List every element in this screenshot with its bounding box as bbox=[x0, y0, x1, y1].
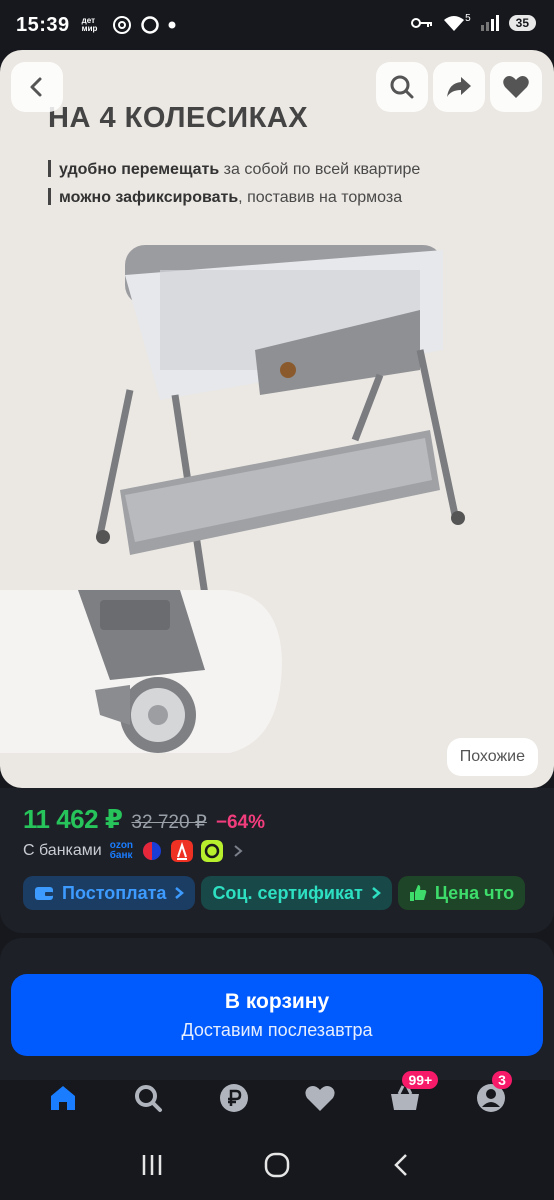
status-notification-icons: дет мир bbox=[82, 15, 176, 35]
wifi-icon bbox=[444, 16, 465, 31]
key-icon bbox=[411, 18, 433, 28]
ozon-bank-logo-bottom: банк bbox=[109, 850, 133, 861]
bank-logo-icon bbox=[143, 842, 162, 860]
back-arrow-icon bbox=[30, 77, 42, 97]
favorite-button[interactable] bbox=[490, 62, 542, 112]
alfa-bank-icon bbox=[171, 840, 194, 862]
tab-cart[interactable]: 99+ bbox=[380, 1071, 439, 1123]
discount-badge: −64% bbox=[215, 812, 266, 833]
bottom-tab-bar: 99+ 3 bbox=[0, 1068, 554, 1128]
product-image-gallery[interactable]: НА 4 КОЛЕСИКАХ удобно перемещать за собо… bbox=[0, 50, 554, 788]
detmir-notification-icon: дет мир bbox=[81, 16, 98, 33]
feature-2-text: , поставив на тормоза bbox=[238, 189, 403, 206]
price-row: 11 462 ₽ 32 720 ₽ −64% bbox=[23, 804, 265, 835]
battery-indicator: 35 bbox=[508, 15, 536, 31]
share-icon bbox=[447, 77, 471, 97]
bank-offers-row[interactable]: С банками ozon банк bbox=[23, 840, 245, 862]
feature-1-bold: удобно перемещать bbox=[59, 161, 220, 178]
tab-favorites[interactable] bbox=[295, 1073, 345, 1123]
current-price: 11 462 ₽ bbox=[23, 804, 123, 834]
ozon-bank-logo: ozon банк bbox=[110, 841, 133, 861]
tab-search[interactable] bbox=[123, 1073, 173, 1123]
chip-price-promise[interactable]: Цена что bbox=[397, 876, 526, 910]
dot-icon bbox=[168, 21, 176, 29]
wallet-icon bbox=[35, 887, 53, 900]
home-icon bbox=[50, 1086, 75, 1110]
share-button[interactable] bbox=[433, 62, 485, 112]
add-to-cart-button[interactable]: В корзину Доставим послезавтра bbox=[11, 974, 543, 1056]
ruble-coin-icon bbox=[220, 1084, 249, 1112]
chip-price-promise-label: Цена что bbox=[434, 882, 515, 903]
heart-icon bbox=[305, 1086, 335, 1111]
feature-bar bbox=[48, 188, 51, 205]
chat-bubble-icon bbox=[140, 16, 159, 34]
feature-bar bbox=[48, 160, 51, 177]
search-icon bbox=[390, 75, 414, 99]
cart-count-badge: 99+ bbox=[402, 1071, 439, 1089]
similar-products-button[interactable]: Похожие bbox=[446, 738, 538, 776]
signal-icon bbox=[480, 15, 499, 31]
chip-postpay[interactable]: Постоплата bbox=[23, 876, 196, 910]
status-system-icons: 5 35 bbox=[411, 12, 536, 32]
old-price: 32 720 ₽ bbox=[131, 812, 207, 833]
banks-label: С банками bbox=[23, 842, 102, 859]
green-bank-icon bbox=[201, 840, 224, 862]
crib-illustration bbox=[96, 245, 465, 607]
system-nav-bar bbox=[0, 1130, 554, 1200]
tab-home[interactable] bbox=[38, 1073, 88, 1123]
network-badge: 5 bbox=[465, 12, 471, 24]
add-to-cart-label: В корзину bbox=[224, 989, 330, 1013]
back-button[interactable] bbox=[11, 62, 63, 112]
chip-social-certificate-label: Соц. сертификат bbox=[212, 882, 363, 903]
search-button[interactable] bbox=[376, 62, 428, 112]
heart-icon bbox=[503, 76, 529, 98]
recent-apps-icon[interactable] bbox=[139, 1152, 165, 1178]
delivery-estimate: Доставим послезавтра bbox=[181, 1019, 373, 1040]
search-icon bbox=[135, 1085, 163, 1112]
feature-1-text: за собой по всей квартире bbox=[219, 161, 421, 178]
wheel-closeup-inset bbox=[0, 590, 282, 753]
offer-chips: Постоплата Соц. сертификат Цена что bbox=[23, 876, 526, 910]
product-info-panel: 11 462 ₽ 32 720 ₽ −64% С банками ozon ба… bbox=[0, 788, 554, 933]
chevron-right-icon bbox=[234, 845, 243, 857]
chip-social-certificate[interactable]: Соц. сертификат bbox=[201, 876, 392, 910]
chevron-right-icon bbox=[372, 887, 381, 899]
status-bar: 15:39 дет мир 5 35 bbox=[0, 0, 554, 50]
image-feature-1: удобно перемещать за собой по всей кварт… bbox=[48, 160, 420, 179]
image-feature-2: можно зафиксировать, поставив на тормоза bbox=[48, 188, 402, 207]
profile-notification-badge: 3 bbox=[492, 1071, 512, 1089]
feature-2-bold: можно зафиксировать bbox=[59, 189, 239, 206]
image-heading: НА 4 КОЛЕСИКАХ bbox=[48, 102, 309, 134]
at-sign-icon bbox=[112, 16, 131, 34]
back-nav-icon[interactable] bbox=[389, 1152, 415, 1178]
status-time: 15:39 bbox=[16, 13, 70, 36]
home-nav-icon[interactable] bbox=[263, 1151, 291, 1179]
tab-profile[interactable]: 3 bbox=[466, 1071, 516, 1123]
thumbs-up-icon bbox=[409, 885, 427, 901]
chip-postpay-label: Постоплата bbox=[62, 882, 167, 903]
tab-ozon-card[interactable] bbox=[209, 1073, 259, 1123]
chevron-right-icon bbox=[175, 887, 185, 899]
